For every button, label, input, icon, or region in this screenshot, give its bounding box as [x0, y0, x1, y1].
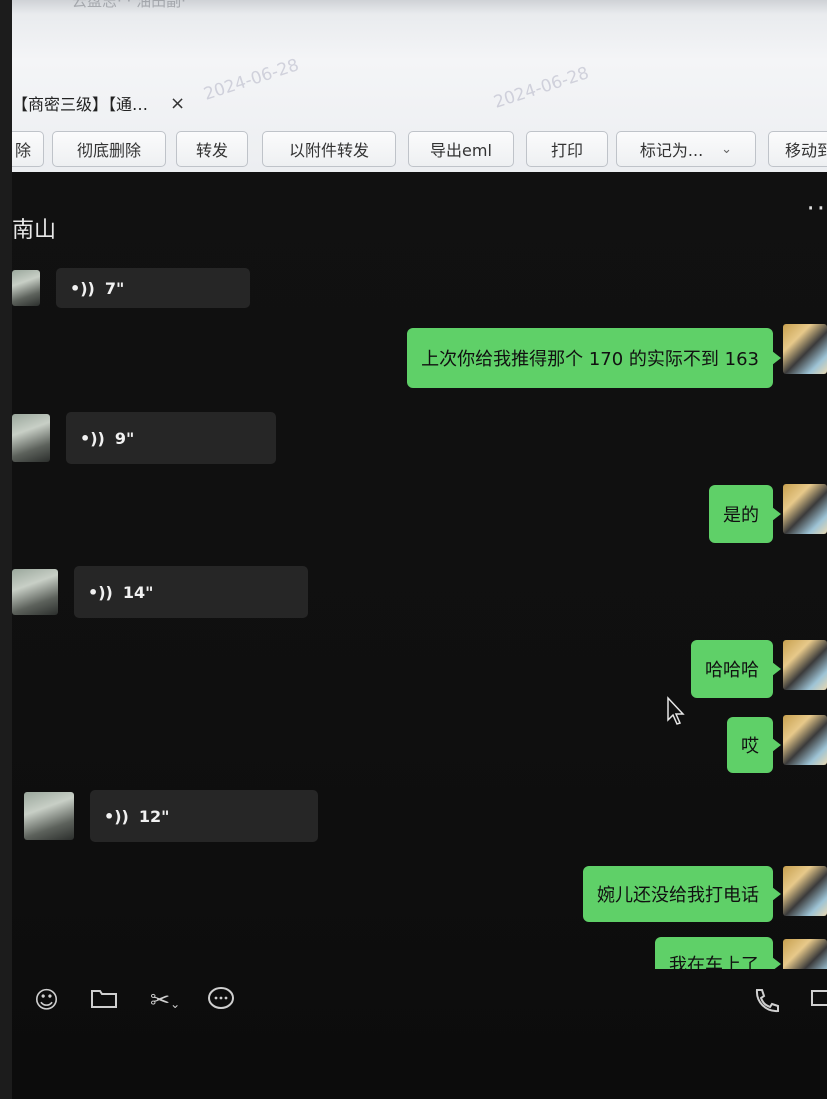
- tab-title: 【商密三级】【通…: [12, 95, 149, 114]
- scissors-icon[interactable]: ✂⌄: [150, 986, 180, 1014]
- clipped-message-area: 我在车上了: [12, 937, 827, 969]
- voice-icon: •)): [80, 428, 105, 448]
- forward-button[interactable]: 转发: [176, 131, 248, 167]
- message-text: 哎: [741, 736, 759, 757]
- more-icon[interactable]: ··: [806, 194, 827, 224]
- voice-bubble[interactable]: •)) 14": [74, 566, 308, 618]
- message-bubble[interactable]: 婉儿还没给我打电话: [583, 866, 781, 922]
- message-bubble[interactable]: 哈哈哈: [691, 640, 781, 698]
- voice-duration: 12": [138, 806, 170, 826]
- ghost-header-text: 云盘志· · 油田副·: [72, 0, 186, 10]
- outgoing-message: 哈哈哈: [691, 640, 781, 698]
- mark-as-dropdown[interactable]: 标记为... ⌄: [616, 131, 756, 167]
- chevron-down-icon: ⌄: [721, 141, 733, 157]
- message-bubble[interactable]: 我在车上了: [655, 937, 781, 969]
- avatar[interactable]: [783, 640, 827, 690]
- forward-as-attachment-label: 以附件转发: [288, 141, 369, 160]
- avatar[interactable]: [12, 569, 58, 615]
- chat-window: 南山 ·· •)) 7" 上次你给我推得那个 170 的实际不到 163 •))…: [12, 172, 827, 1099]
- outgoing-message: 哎: [727, 717, 781, 773]
- voice-bubble[interactable]: •)) 7": [56, 268, 250, 308]
- mail-tab[interactable]: 【商密三级】【通… ×: [12, 88, 185, 118]
- mark-as-label: 标记为...: [639, 141, 704, 160]
- message-text: 哈哈哈: [705, 660, 759, 681]
- emoji-icon[interactable]: ☺: [34, 986, 59, 1014]
- voice-duration: 7": [104, 278, 125, 298]
- move-to-label: 移动到: [785, 141, 827, 160]
- message-bubble[interactable]: 上次你给我推得那个 170 的实际不到 163: [407, 328, 781, 388]
- voice-duration: 9": [114, 428, 135, 448]
- export-eml-button[interactable]: 导出eml: [408, 131, 514, 167]
- voice-icon: •)): [104, 806, 129, 826]
- export-eml-label: 导出eml: [430, 141, 492, 160]
- voice-icon: •)): [88, 582, 113, 602]
- watermark: 2024-06-28: [491, 63, 592, 113]
- delete-button[interactable]: 除: [12, 131, 44, 167]
- message-text: 婉儿还没给我打电话: [597, 885, 759, 906]
- mail-toolbar: 除 彻底删除 转发 以附件转发 导出eml 打印 标记为... ⌄ 移动到: [12, 131, 827, 169]
- incoming-voice-message: •)) 9": [12, 412, 276, 464]
- avatar[interactable]: [783, 715, 827, 765]
- close-icon[interactable]: ×: [170, 93, 185, 114]
- outgoing-message: 上次你给我推得那个 170 的实际不到 163: [407, 328, 781, 388]
- permanent-delete-label: 彻底删除: [76, 141, 141, 160]
- voice-bubble[interactable]: •)) 9": [66, 412, 276, 464]
- outgoing-message: 婉儿还没给我打电话: [583, 866, 781, 922]
- voice-bubble[interactable]: •)) 12": [90, 790, 318, 842]
- voice-icon: •)): [70, 278, 95, 298]
- incoming-voice-message: •)) 7": [12, 268, 250, 308]
- phone-icon[interactable]: [750, 986, 780, 1022]
- print-label: 打印: [550, 141, 583, 160]
- avatar[interactable]: [783, 324, 827, 374]
- avatar[interactable]: [12, 414, 50, 462]
- avatar[interactable]: [783, 484, 827, 534]
- message-bubble[interactable]: 哎: [727, 717, 781, 773]
- forward-as-attachment-button[interactable]: 以附件转发: [262, 131, 396, 167]
- incoming-voice-message: •)) 12": [24, 790, 318, 842]
- forward-label: 转发: [195, 141, 228, 160]
- incoming-voice-message: •)) 14": [12, 566, 308, 618]
- voice-duration: 14": [122, 582, 154, 602]
- avatar[interactable]: [783, 939, 827, 969]
- move-to-button[interactable]: 移动到: [768, 131, 827, 167]
- message-text: 我在车上了: [669, 955, 759, 969]
- avatar[interactable]: [24, 792, 74, 840]
- folder-icon[interactable]: [90, 986, 118, 1016]
- print-button[interactable]: 打印: [526, 131, 608, 167]
- outgoing-message: 我在车上了: [655, 937, 781, 969]
- permanent-delete-button[interactable]: 彻底删除: [52, 131, 166, 167]
- message-text: 上次你给我推得那个 170 的实际不到 163: [421, 349, 759, 370]
- delete-button-label: 除: [14, 141, 31, 160]
- avatar[interactable]: [12, 270, 40, 306]
- avatar[interactable]: [783, 866, 827, 916]
- outgoing-message: 是的: [709, 485, 781, 543]
- chat-input-toolbar: ☺ ✂⌄: [12, 986, 827, 1026]
- left-edge: [0, 0, 12, 1099]
- video-icon[interactable]: [810, 986, 827, 1016]
- chat-title: 南山: [12, 218, 57, 243]
- chat-bubble-icon[interactable]: [206, 986, 236, 1018]
- mouse-cursor-icon: [667, 696, 685, 725]
- message-bubble[interactable]: 是的: [709, 485, 781, 543]
- watermark: 2024-06-28: [201, 55, 302, 105]
- mail-window: 云盘志· · 油田副· 2024-06-28 2024-06-28 【商密三级】…: [12, 0, 827, 172]
- message-text: 是的: [723, 505, 759, 526]
